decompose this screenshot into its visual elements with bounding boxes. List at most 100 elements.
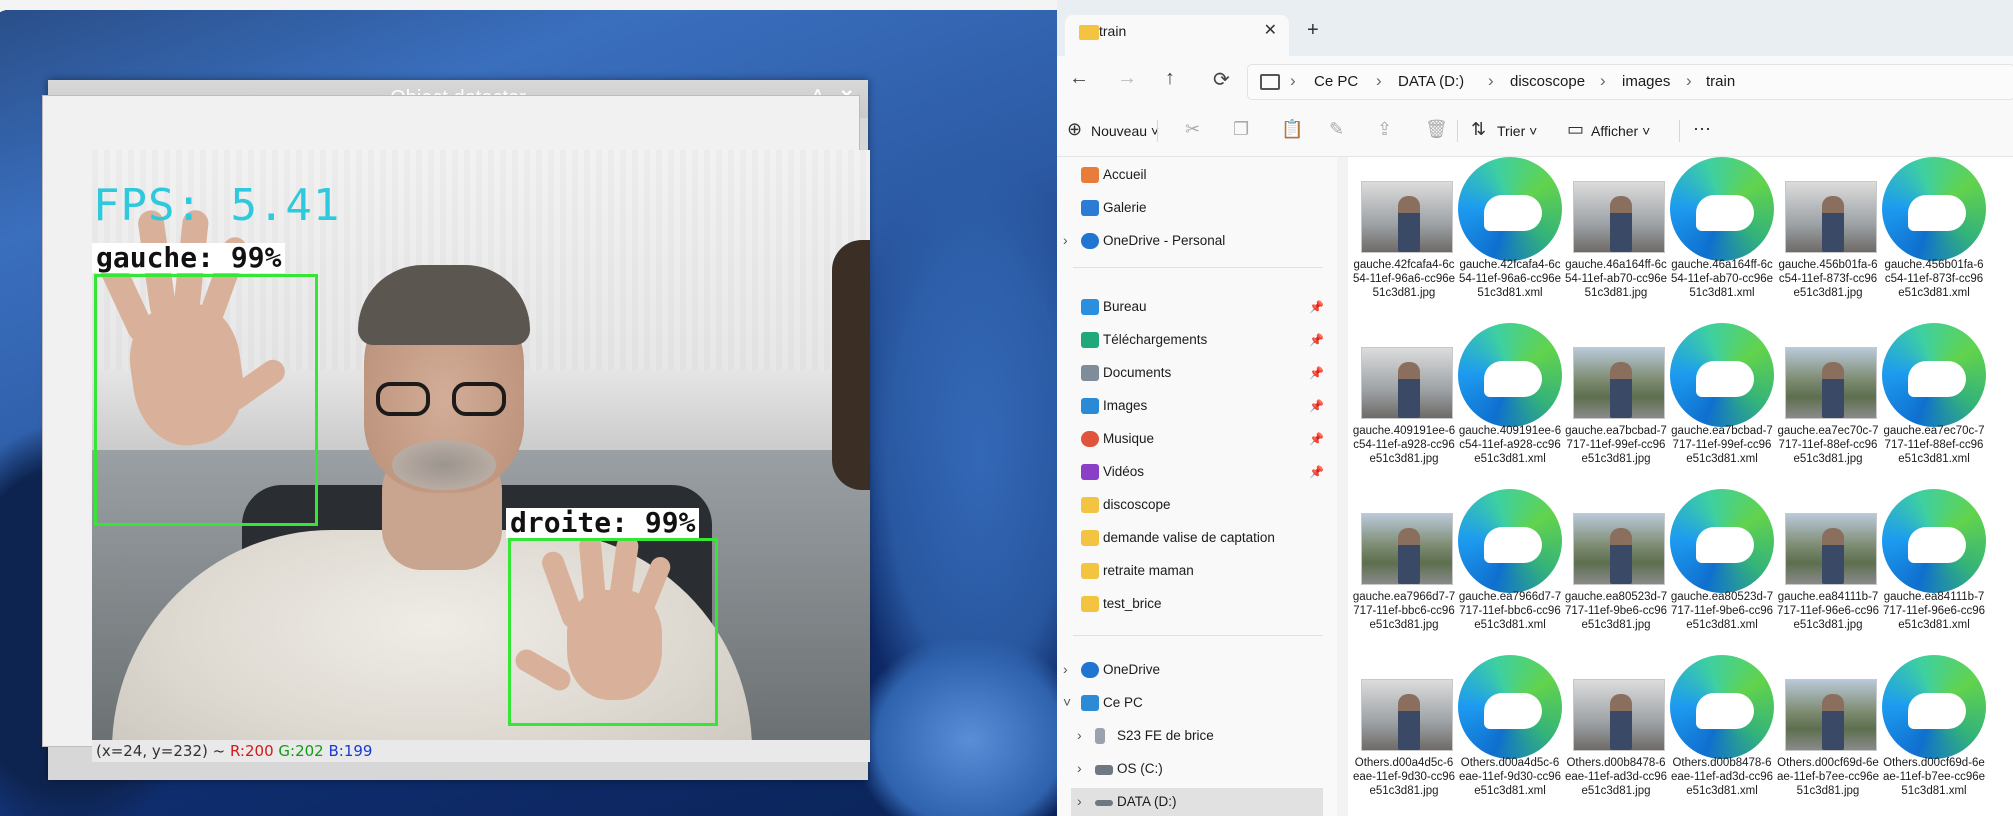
file-item-xml[interactable]: Others.d00cf69d-6eae-11ef-b7ee-cc96e51c3… xyxy=(1882,655,1986,815)
nav-item-ce-pc[interactable]: ˅ Ce PC xyxy=(1057,689,1337,719)
pixel-status-bar: (x=24, y=232) ~ R:200 G:202 B:199 xyxy=(92,740,870,762)
paste-icon[interactable]: 📋 xyxy=(1281,119,1303,140)
file-item-xml[interactable]: Others.d00b8478-6eae-11ef-ad3d-cc96e51c3… xyxy=(1670,655,1774,815)
nav-item-folder-discoscope[interactable]: discoscope xyxy=(1057,491,1337,521)
tab-train[interactable]: train ✕ xyxy=(1065,15,1289,56)
nav-item-label: Bureau xyxy=(1103,299,1147,314)
edge-icon xyxy=(1670,489,1774,593)
cut-icon[interactable]: ✂ xyxy=(1185,119,1200,140)
file-item-jpg[interactable]: Others.d00cf69d-6eae-11ef-b7ee-cc96e51c3… xyxy=(1776,655,1880,815)
file-item-jpg[interactable]: gauche.ea7966d7-7717-11ef-bbc6-cc96e51c3… xyxy=(1352,489,1456,649)
chevron-right-icon[interactable]: › xyxy=(1063,232,1068,248)
nav-item-label: test_brice xyxy=(1103,596,1162,611)
nav-item-documents[interactable]: Documents 📌 xyxy=(1057,359,1337,389)
view-label: Afficher xyxy=(1591,123,1639,139)
rename-icon[interactable]: ✎ xyxy=(1329,119,1344,140)
nav-item-onedrive-personal[interactable]: › OneDrive - Personal xyxy=(1057,227,1337,257)
file-item-jpg[interactable]: gauche.42fcafa4-6c54-11ef-96a6-cc96e51c3… xyxy=(1352,157,1456,317)
breadcrumb[interactable]: › Ce PC › DATA (D:) › discoscope › image… xyxy=(1247,64,2013,100)
nav-item-gallery[interactable]: Galerie xyxy=(1057,194,1337,224)
file-name: gauche.ea7ec70c-7717-11ef-88ef-cc96e51c3… xyxy=(1777,425,1879,465)
file-name: Others.d00a4d5c-6eae-11ef-9d30-cc96e51c3… xyxy=(1352,757,1456,797)
up-button[interactable]: ↑ xyxy=(1165,67,1175,90)
nav-item-musique[interactable]: Musique 📌 xyxy=(1057,425,1337,455)
file-item-xml[interactable]: Others.d00a4d5c-6eae-11ef-9d30-cc96e51c3… xyxy=(1458,655,1562,815)
nav-item-folder-demande[interactable]: demande valise de captation xyxy=(1057,524,1337,554)
file-item-xml[interactable]: gauche.ea7bcbad-7717-11ef-99ef-cc96e51c3… xyxy=(1670,323,1774,483)
view-button[interactable]: Afficher ˅ xyxy=(1591,123,1650,139)
file-item-jpg[interactable]: gauche.ea7ec70c-7717-11ef-88ef-cc96e51c3… xyxy=(1776,323,1880,483)
file-item-jpg[interactable]: gauche.ea7bcbad-7717-11ef-99ef-cc96e51c3… xyxy=(1564,323,1668,483)
refresh-button[interactable]: ⟳ xyxy=(1213,67,1230,92)
breadcrumb-images[interactable]: images xyxy=(1622,73,1670,90)
nav-item-data-d[interactable]: › DATA (D:) xyxy=(1071,788,1323,816)
nav-item-telechargements[interactable]: Téléchargements 📌 xyxy=(1057,326,1337,356)
file-item-xml[interactable]: gauche.ea7ec70c-7717-11ef-88ef-cc96e51c3… xyxy=(1882,323,1986,483)
share-icon[interactable]: ⇪ xyxy=(1377,119,1392,140)
file-item-xml[interactable]: gauche.ea7966d7-7717-11ef-bbc6-cc96e51c3… xyxy=(1458,489,1562,649)
close-tab-button[interactable]: ✕ xyxy=(1264,20,1277,40)
copy-icon[interactable]: ❐ xyxy=(1233,119,1249,140)
videos-icon xyxy=(1081,464,1099,480)
new-label: Nouveau xyxy=(1091,123,1148,139)
breadcrumb-train[interactable]: train xyxy=(1706,73,1735,90)
forward-button[interactable]: → xyxy=(1117,67,1137,90)
computer-icon xyxy=(1081,695,1099,711)
scrollbar[interactable] xyxy=(1342,157,1348,816)
cloud-icon xyxy=(1081,233,1099,249)
chevron-right-icon[interactable]: › xyxy=(1077,760,1082,776)
nav-item-bureau[interactable]: Bureau 📌 xyxy=(1057,293,1337,323)
desktop-icon xyxy=(1081,299,1099,315)
nav-item-home[interactable]: Accueil xyxy=(1057,161,1337,191)
nav-divider xyxy=(1073,635,1323,636)
new-tab-button[interactable]: + xyxy=(1307,19,1319,42)
file-item-jpg[interactable]: Others.d00a4d5c-6eae-11ef-9d30-cc96e51c3… xyxy=(1352,655,1456,815)
file-item-jpg[interactable]: gauche.ea80523d-7717-11ef-9be6-cc96e51c3… xyxy=(1564,489,1668,649)
more-options-button[interactable]: ··· xyxy=(1693,118,1711,139)
nav-item-images[interactable]: Images 📌 xyxy=(1057,392,1337,422)
sort-button[interactable]: Trier ˅ xyxy=(1497,123,1537,139)
nav-item-folder-test-brice[interactable]: test_brice xyxy=(1057,590,1337,620)
edge-icon xyxy=(1882,655,1986,759)
file-item-xml[interactable]: gauche.ea84111b-7717-11ef-96e6-cc96e51c3… xyxy=(1882,489,1986,649)
new-button[interactable]: Nouveau ˅ xyxy=(1091,123,1159,139)
thumbnail-person xyxy=(1398,694,1420,750)
thumbnail-person xyxy=(1610,196,1632,252)
nav-item-phone[interactable]: › S23 FE de brice xyxy=(1071,722,1337,752)
chevron-right-icon[interactable]: › xyxy=(1077,793,1082,809)
file-item-jpg[interactable]: gauche.ea84111b-7717-11ef-96e6-cc96e51c3… xyxy=(1776,489,1880,649)
person-glasses xyxy=(376,382,516,418)
nav-item-onedrive[interactable]: › OneDrive xyxy=(1057,656,1337,686)
breadcrumb-data-d[interactable]: DATA (D:) xyxy=(1398,73,1464,90)
person-beard xyxy=(392,440,496,490)
folder-icon xyxy=(1081,563,1099,579)
nav-item-label: demande valise de captation xyxy=(1103,530,1275,545)
delete-icon[interactable]: 🗑 xyxy=(1425,119,1448,140)
file-item-xml[interactable]: gauche.456b01fa-6c54-11ef-873f-cc96e51c3… xyxy=(1882,157,1986,317)
chevron-right-icon[interactable]: › xyxy=(1063,661,1068,677)
breadcrumb-discoscope[interactable]: discoscope xyxy=(1510,73,1585,90)
breadcrumb-chevron: › xyxy=(1376,71,1382,90)
file-item-jpg[interactable]: Others.d00b8478-6eae-11ef-ad3d-cc96e51c3… xyxy=(1564,655,1668,815)
nav-item-videos[interactable]: Vidéos 📌 xyxy=(1057,458,1337,488)
home-icon xyxy=(1081,167,1099,183)
file-name: Others.d00cf69d-6eae-11ef-b7ee-cc96e51c3… xyxy=(1882,757,1986,797)
image-thumbnail xyxy=(1785,347,1877,419)
file-item-xml[interactable]: gauche.46a164ff-6c54-11ef-ab70-cc96e51c3… xyxy=(1670,157,1774,317)
breadcrumb-ce-pc[interactable]: Ce PC xyxy=(1314,73,1358,90)
nav-item-folder-retraite[interactable]: retraite maman xyxy=(1057,557,1337,587)
thumbnail-person xyxy=(1398,196,1420,252)
file-item-xml[interactable]: gauche.409191ee-6c54-11ef-a928-cc96e51c3… xyxy=(1458,323,1562,483)
chevron-right-icon[interactable]: › xyxy=(1077,727,1082,743)
file-item-jpg[interactable]: gauche.409191ee-6c54-11ef-a928-cc96e51c3… xyxy=(1352,323,1456,483)
file-item-xml[interactable]: gauche.42fcafa4-6c54-11ef-96a6-cc96e51c3… xyxy=(1458,157,1562,317)
file-item-jpg[interactable]: gauche.46a164ff-6c54-11ef-ab70-cc96e51c3… xyxy=(1564,157,1668,317)
image-thumbnail xyxy=(1361,513,1453,585)
file-item-xml[interactable]: gauche.ea80523d-7717-11ef-9be6-cc96e51c3… xyxy=(1670,489,1774,649)
edge-icon xyxy=(1670,157,1774,261)
nav-item-os-c[interactable]: › OS (C:) xyxy=(1071,755,1337,785)
chevron-down-icon[interactable]: ˅ xyxy=(1063,694,1071,710)
separator xyxy=(1679,120,1680,142)
file-item-jpg[interactable]: gauche.456b01fa-6c54-11ef-873f-cc96e51c3… xyxy=(1776,157,1880,317)
back-button[interactable]: ← xyxy=(1069,67,1089,90)
